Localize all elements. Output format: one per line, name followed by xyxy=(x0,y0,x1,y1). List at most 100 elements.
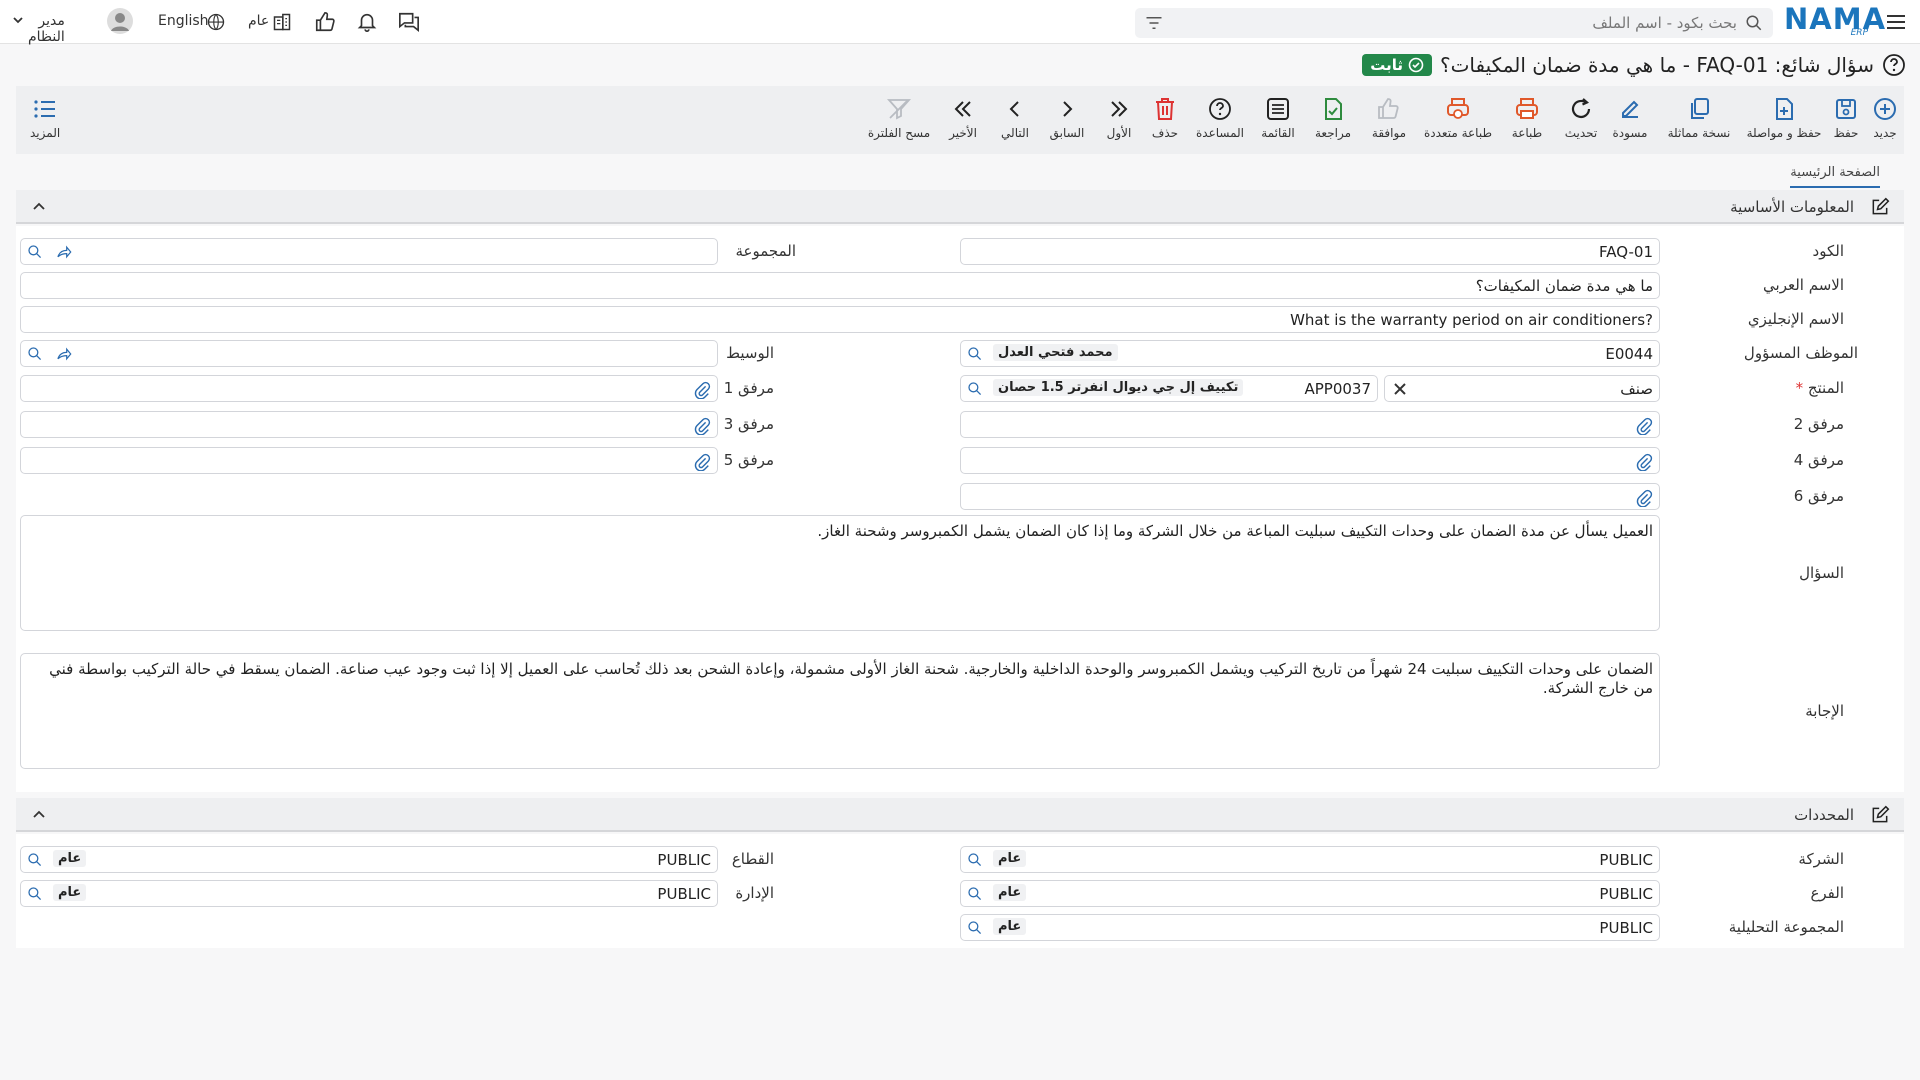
copy-icon xyxy=(1691,98,1709,119)
save-button[interactable]: حفظ xyxy=(1826,96,1866,146)
search-icon[interactable] xyxy=(27,346,43,362)
double-chevron-right-icon xyxy=(1111,101,1128,117)
dimensions-header[interactable]: المحددات xyxy=(16,798,1904,832)
refresh-button[interactable]: تحديث xyxy=(1562,96,1600,146)
refresh-icon xyxy=(1571,98,1591,118)
filter-icon[interactable] xyxy=(1145,15,1163,31)
print-button[interactable]: طباعة xyxy=(1510,96,1544,146)
first-button[interactable]: الأول xyxy=(1104,96,1134,146)
search-icon[interactable] xyxy=(967,886,983,902)
next-button[interactable]: التالي xyxy=(998,96,1032,146)
more-button[interactable]: المزيد xyxy=(30,96,60,146)
page-title: سؤال شائع: FAQ-01 - ما هي مدة ضمان المكي… xyxy=(1439,53,1874,77)
section-title: المعلومات الأساسية xyxy=(1730,198,1854,216)
scope-label[interactable]: عام xyxy=(248,13,269,29)
attachment-2-field[interactable] xyxy=(960,411,1660,438)
attachment-6-field[interactable] xyxy=(960,483,1660,510)
file-plus-icon xyxy=(1776,98,1793,120)
chevron-left-icon xyxy=(1009,101,1019,117)
attachment-5-field[interactable] xyxy=(20,447,718,474)
approve-button[interactable]: موافقة xyxy=(1366,96,1412,146)
english-name-field[interactable]: ?What is the warranty period on air cond… xyxy=(20,306,1660,333)
printer-icon xyxy=(1516,98,1538,119)
chevron-up-icon[interactable] xyxy=(32,200,46,214)
code-field[interactable]: FAQ-01 xyxy=(960,238,1660,265)
question-label: السؤال xyxy=(1799,564,1844,582)
new-button[interactable]: جديد xyxy=(1866,96,1904,146)
duplicate-button[interactable]: نسخة مماثلة xyxy=(1658,96,1740,146)
save-and-continue-button[interactable]: حفظ و مواصلة xyxy=(1744,96,1824,146)
chat-icon[interactable] xyxy=(397,11,421,33)
tab-bar: الصفحة الرئيسية xyxy=(1790,162,1880,188)
paperclip-icon[interactable] xyxy=(1635,489,1653,507)
analytic-group-field[interactable]: PUBLIC عام xyxy=(960,914,1660,941)
search-icon[interactable] xyxy=(967,346,983,362)
status-badge: ثابت xyxy=(1362,54,1432,76)
edit-square-icon xyxy=(1870,197,1890,217)
clear-icon[interactable] xyxy=(1393,382,1407,396)
last-button[interactable]: الأخير xyxy=(946,96,980,146)
section-title: المحددات xyxy=(1794,806,1854,824)
globe-icon[interactable] xyxy=(207,13,225,31)
menu-icon[interactable] xyxy=(1884,10,1908,34)
nama-logo[interactable]: NAMA ERP xyxy=(1784,4,1885,38)
product-type-select[interactable]: صنف xyxy=(1362,375,1660,402)
search-input[interactable] xyxy=(1197,12,1737,34)
basic-info-header[interactable]: المعلومات الأساسية xyxy=(16,190,1904,224)
product-field[interactable]: APP0037 تكييف إل جي ديوال انفرتر 1.5 حصا… xyxy=(960,375,1378,402)
paperclip-icon[interactable] xyxy=(1635,453,1653,471)
draft-button[interactable]: مسودة xyxy=(1608,96,1652,146)
attachment-1-field[interactable] xyxy=(20,375,718,402)
arabic-name-field[interactable]: ما هي مدة ضمان المكيفات؟ xyxy=(20,272,1660,299)
multi-printer-icon xyxy=(1447,98,1469,119)
company-field[interactable]: PUBLIC عام xyxy=(960,846,1660,873)
analytic-group-label: المجموعة التحليلية xyxy=(1728,918,1844,936)
search-icon[interactable] xyxy=(1745,14,1763,32)
attachment-3-label: مرفق 3 xyxy=(723,415,774,433)
attachment-4-field[interactable] xyxy=(960,447,1660,474)
tab-home[interactable]: الصفحة الرئيسية xyxy=(1790,165,1880,188)
share-icon[interactable] xyxy=(55,244,72,260)
question-textarea[interactable]: العميل يسأل عن مدة الضمان على وحدات التك… xyxy=(20,515,1660,631)
help-icon[interactable] xyxy=(1882,53,1906,77)
branch-field[interactable]: PUBLIC عام xyxy=(960,880,1660,907)
basic-info-body: الكود FAQ-01 المجموعة الاسم العربي ما هي… xyxy=(16,226,1904,792)
search-icon[interactable] xyxy=(967,381,983,397)
search-icon[interactable] xyxy=(967,920,983,936)
group-field[interactable] xyxy=(20,238,718,265)
search-icon[interactable] xyxy=(967,852,983,868)
user-name[interactable]: مدير النظام xyxy=(28,13,65,45)
review-button[interactable]: مراجعة xyxy=(1312,96,1354,146)
paperclip-icon[interactable] xyxy=(693,381,711,399)
broker-label: الوسيط xyxy=(726,344,774,362)
sector-field[interactable]: PUBLIC عام xyxy=(20,846,718,873)
action-toolbar: المزيد جديد حفظ حفظ و مواصلة نسخة مماثلة… xyxy=(16,86,1904,154)
bell-icon[interactable] xyxy=(356,11,378,33)
broker-field[interactable] xyxy=(20,340,718,367)
chevron-right-icon xyxy=(1063,101,1073,117)
search-icon[interactable] xyxy=(27,244,43,260)
chevron-down-icon[interactable] xyxy=(12,14,24,26)
list-button[interactable]: القائمة xyxy=(1258,96,1298,146)
answer-textarea[interactable]: الضمان على وحدات التكييف سبليت 24 شهراً … xyxy=(20,653,1660,769)
attachment-3-field[interactable] xyxy=(20,411,718,438)
clear-filter-button[interactable]: مسح الفلترة xyxy=(868,96,930,146)
share-icon[interactable] xyxy=(55,346,72,362)
previous-button[interactable]: السابق xyxy=(1048,96,1086,146)
search-icon[interactable] xyxy=(27,886,43,902)
building-icon[interactable] xyxy=(272,12,292,32)
paperclip-icon[interactable] xyxy=(693,453,711,471)
paperclip-icon[interactable] xyxy=(1635,417,1653,435)
search-icon[interactable] xyxy=(27,852,43,868)
employee-field[interactable]: E0044 محمد فتحي العدل xyxy=(960,340,1660,367)
chevron-up-icon[interactable] xyxy=(32,808,46,822)
thumbs-up-icon[interactable] xyxy=(314,11,336,33)
avatar[interactable] xyxy=(107,8,133,34)
department-field[interactable]: PUBLIC عام xyxy=(20,880,718,907)
double-chevron-left-icon xyxy=(954,101,971,117)
paperclip-icon[interactable] xyxy=(693,417,711,435)
multi-print-button[interactable]: طباعة متعددة xyxy=(1422,96,1494,146)
delete-button[interactable]: حذف xyxy=(1150,96,1180,146)
help-button[interactable]: المساعدة xyxy=(1192,96,1248,146)
language-switch[interactable]: English xyxy=(158,13,209,29)
